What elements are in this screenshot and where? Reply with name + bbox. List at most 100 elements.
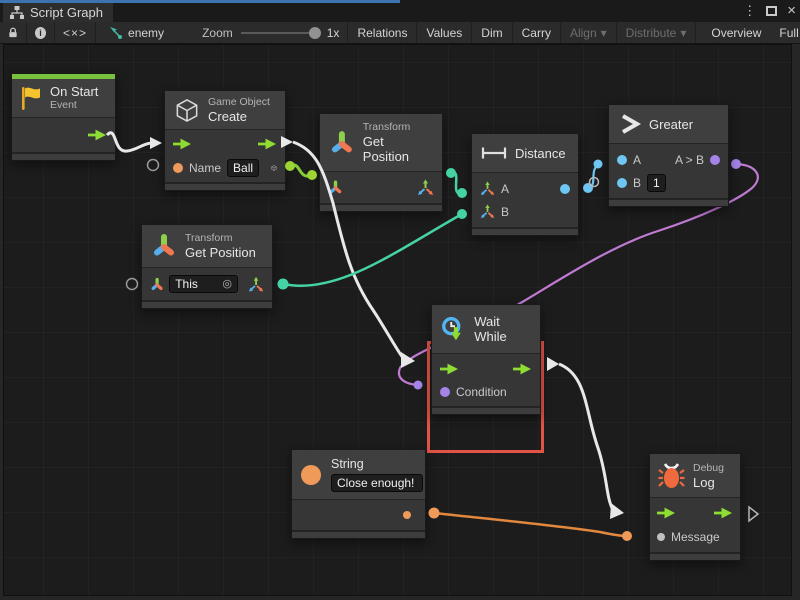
node-title: Get Position — [363, 134, 433, 164]
fullscreen-button[interactable]: Full Screen — [770, 22, 800, 43]
align-dropdown[interactable]: Align ▾ — [561, 22, 617, 43]
graph-breadcrumb[interactable]: enemy — [96, 22, 172, 43]
number-input-port-a[interactable] — [617, 155, 627, 165]
object-picker-icon[interactable]: ◎ — [222, 276, 232, 292]
field-value: Ball — [233, 160, 253, 176]
vector3-input-port[interactable] — [480, 204, 495, 219]
zoom-slider-handle[interactable] — [309, 27, 321, 39]
transform-icon — [151, 233, 177, 259]
overview-button[interactable]: Overview — [702, 22, 770, 43]
field-value: This — [175, 276, 198, 292]
node-footer — [292, 530, 425, 538]
greater-than-icon — [619, 113, 641, 135]
node-debug-log[interactable]: Debug Log Message — [649, 453, 741, 561]
number-output-port[interactable] — [560, 184, 570, 194]
gameobject-type-icon — [271, 160, 277, 176]
button-label: Values — [426, 26, 462, 40]
tab-script-graph[interactable]: Script Graph — [3, 3, 113, 22]
vector3-input-port[interactable] — [480, 181, 495, 196]
carry-button[interactable]: Carry — [513, 22, 561, 43]
zoom-value: 1x — [327, 26, 340, 40]
exec-input-port[interactable] — [440, 363, 459, 375]
graph-pointer-icon — [108, 25, 123, 40]
node-title: On Start — [50, 84, 98, 99]
node-get-position-self[interactable]: Transform Get Position This ◎ — [141, 224, 273, 309]
node-footer — [472, 227, 578, 235]
exec-output-port[interactable] — [88, 129, 107, 141]
lock-button[interactable] — [0, 22, 27, 43]
port-label: Condition — [456, 385, 507, 399]
menu-icon[interactable]: ⋮ — [743, 0, 756, 22]
zoom-slider[interactable] — [241, 32, 315, 34]
graph-toolbar: i <×> enemy Zoom 1x Relations Values Dim… — [0, 22, 800, 44]
button-label: Overview — [711, 26, 761, 40]
zoom-label: Zoom — [202, 26, 233, 40]
exec-input-port[interactable] — [657, 507, 676, 519]
node-title: Wait While — [474, 314, 532, 344]
dim-button[interactable]: Dim — [472, 22, 512, 43]
button-label: Relations — [357, 26, 407, 40]
relations-button[interactable]: Relations — [348, 22, 417, 43]
bool-output-port[interactable] — [710, 155, 720, 165]
message-input-port[interactable] — [657, 533, 665, 541]
unity-script-graph-window: Script Graph ⋮ × i <×> enemy — [0, 0, 800, 600]
port-label: Message — [671, 530, 720, 544]
button-label: Carry — [522, 26, 551, 40]
node-string-literal[interactable]: String Close enough! — [291, 449, 426, 539]
node-category: Debug — [693, 462, 724, 475]
exec-output-port[interactable] — [513, 363, 532, 375]
zoom-control: Zoom 1x — [194, 22, 347, 43]
string-type-icon — [301, 465, 321, 485]
distribute-dropdown[interactable]: Distribute ▾ — [617, 22, 697, 43]
node-distance[interactable]: Distance A — [471, 133, 579, 236]
window-controls: ⋮ × — [743, 0, 796, 22]
node-create-gameobject[interactable]: Game Object Create Name Ball — [164, 90, 286, 191]
node-greater[interactable]: Greater A A > B B 1 — [608, 104, 729, 207]
graph-canvas[interactable]: On Start Event — [3, 44, 792, 596]
node-title: Distance — [515, 146, 566, 161]
b-value-field[interactable]: 1 — [647, 174, 666, 192]
node-footer — [609, 198, 728, 206]
tab-bar: Script Graph ⋮ × — [0, 0, 800, 22]
port-label: B — [633, 176, 641, 190]
node-category: Transform — [185, 232, 256, 245]
node-footer — [12, 152, 115, 160]
node-wait-while[interactable]: Wait While Condition — [431, 304, 541, 415]
port-label: B — [501, 205, 509, 219]
target-field[interactable]: This ◎ — [169, 275, 238, 293]
string-value-field[interactable]: Close enough! — [331, 474, 423, 492]
transform-input-port[interactable] — [328, 180, 343, 195]
node-title: Log — [693, 475, 724, 490]
node-footer — [165, 182, 285, 190]
maximize-icon[interactable] — [766, 6, 777, 16]
cube-icon — [174, 97, 200, 124]
name-input-field[interactable]: Ball — [227, 159, 259, 177]
node-category: Game Object — [208, 96, 270, 109]
values-button[interactable]: Values — [417, 22, 472, 43]
value-port-name[interactable] — [173, 163, 183, 173]
node-footer — [432, 406, 540, 414]
exec-output-port[interactable] — [258, 138, 277, 150]
vector3-output-port[interactable] — [248, 276, 264, 293]
node-footer — [650, 552, 740, 560]
info-icon: i — [35, 27, 46, 39]
number-input-port-b[interactable] — [617, 178, 627, 188]
vector3-output-port[interactable] — [417, 179, 434, 196]
condition-input-port[interactable] — [440, 387, 450, 397]
node-subtitle: Event — [50, 99, 98, 112]
string-output-port[interactable] — [403, 511, 411, 519]
code-view-button[interactable]: <×> — [55, 22, 96, 43]
transform-input-port[interactable] — [150, 277, 164, 292]
node-on-start[interactable]: On Start Event — [11, 73, 116, 161]
chevron-down-icon: ▾ — [601, 26, 607, 40]
inspect-button[interactable]: i — [27, 22, 55, 43]
close-icon[interactable]: × — [787, 0, 796, 22]
node-get-position-enemy[interactable]: Transform Get Position — [319, 113, 443, 212]
lock-icon — [8, 26, 18, 39]
exec-output-port[interactable] — [714, 507, 733, 519]
exec-input-port[interactable] — [173, 138, 192, 150]
node-title: Create — [208, 109, 270, 124]
code-icon: <×> — [63, 26, 87, 40]
port-label: A — [501, 182, 509, 196]
flag-icon — [20, 85, 42, 112]
